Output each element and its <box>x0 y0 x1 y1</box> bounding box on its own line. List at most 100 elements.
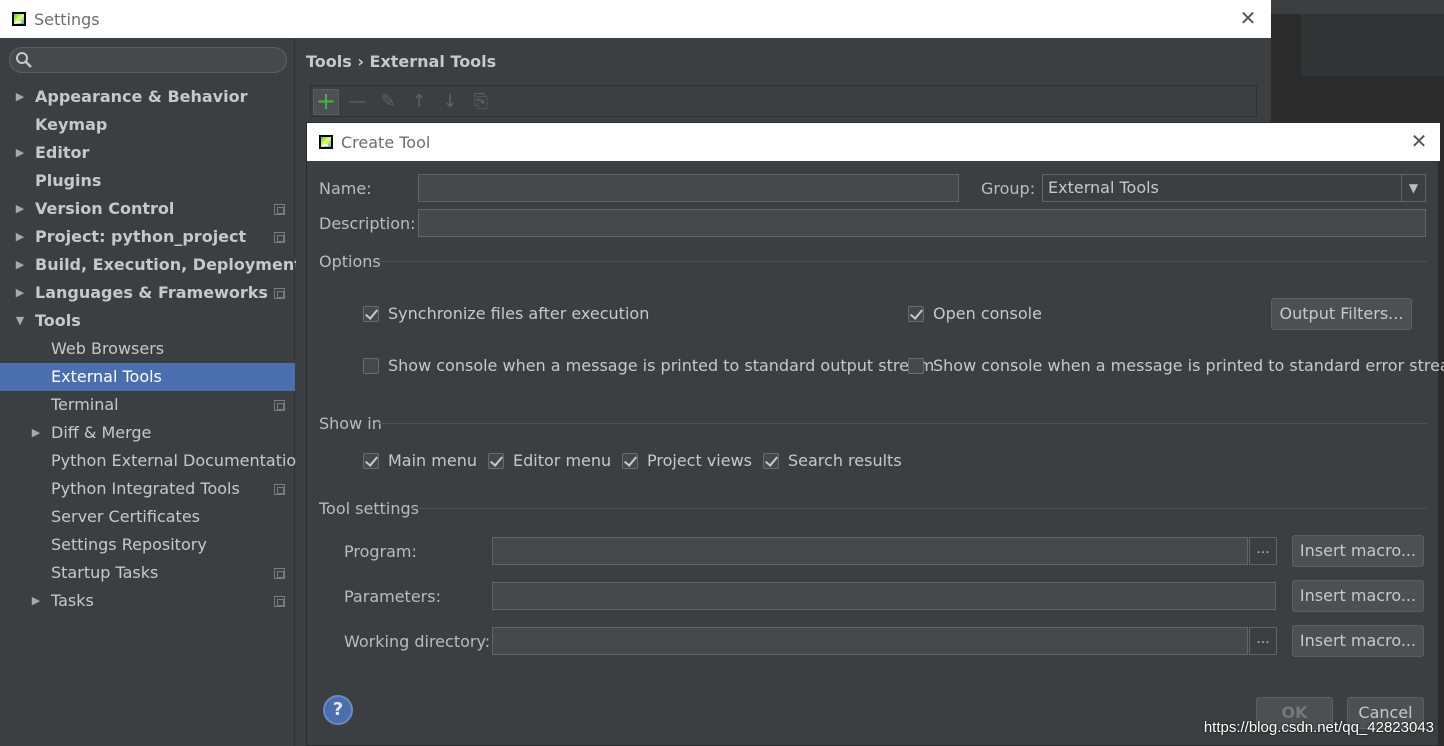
show-in-divider <box>379 423 1427 424</box>
pycharm-app-icon <box>12 12 26 26</box>
show-in-title: Show in <box>319 414 382 433</box>
help-button[interactable]: ? <box>323 695 353 725</box>
project-level-icon <box>274 232 285 243</box>
checkbox-unchecked-icon <box>363 357 379 374</box>
close-icon[interactable]: ✕ <box>1239 8 1257 28</box>
sidebar-item-version-control[interactable]: ▶ Version Control <box>0 195 295 223</box>
sidebar-item-build-execution-deployment[interactable]: ▶ Build, Execution, Deployment <box>0 251 302 279</box>
tool-settings-title: Tool settings <box>319 499 419 518</box>
chevron-right-icon[interactable]: ▶ <box>14 83 26 111</box>
dialog-titlebar: Create Tool ✕ <box>307 123 1440 161</box>
working-directory-insert-macro-button[interactable]: Insert macro... <box>1292 625 1424 657</box>
sidebar-item-tools[interactable]: ▼ Tools <box>0 307 295 335</box>
show-console-stderr-label: Show console when a message is printed t… <box>933 356 1444 375</box>
search-results-checkbox[interactable]: Search results <box>763 451 902 470</box>
sidebar-item-python-integrated-tools[interactable]: Python Integrated Tools <box>0 475 295 503</box>
open-console-checkbox[interactable]: Open console <box>908 304 1042 323</box>
sidebar-item-project-python-project[interactable]: ▶ Project: python_project <box>0 223 295 251</box>
settings-search-input[interactable] <box>9 47 287 73</box>
tool-settings-divider <box>411 508 1427 509</box>
show-console-stdout-checkbox[interactable]: Show console when a message is printed t… <box>363 356 934 375</box>
sidebar-item-settings-repository[interactable]: Settings Repository <box>0 531 295 559</box>
project-views-checkbox[interactable]: Project views <box>622 451 752 470</box>
search-results-label: Search results <box>788 451 902 470</box>
chevron-right-icon[interactable]: ▶ <box>14 195 26 223</box>
chevron-down-icon[interactable]: ▼ <box>14 307 26 335</box>
sidebar-item-keymap[interactable]: Keymap <box>0 111 295 139</box>
options-divider <box>379 261 1427 262</box>
program-insert-macro-button[interactable]: Insert macro... <box>1292 535 1424 567</box>
sidebar-item-label: Project: python_project <box>35 227 247 246</box>
sidebar-item-python-external-documentation[interactable]: Python External Documentation <box>0 447 306 475</box>
options-title: Options <box>319 252 381 271</box>
sync-files-checkbox[interactable]: Synchronize files after execution <box>363 304 649 323</box>
sidebar-item-label: Web Browsers <box>51 339 165 358</box>
chevron-down-icon[interactable]: ▼ <box>1401 175 1425 201</box>
parameters-input[interactable] <box>492 582 1276 610</box>
close-icon[interactable]: ✕ <box>1410 131 1428 151</box>
search-icon <box>16 52 32 68</box>
add-tool-button[interactable]: + <box>313 89 339 115</box>
project-level-icon <box>274 484 285 495</box>
sidebar-item-editor[interactable]: ▶ Editor <box>0 139 295 167</box>
sidebar-item-web-browsers[interactable]: Web Browsers <box>0 335 295 363</box>
background-panel <box>1301 14 1444 76</box>
chevron-right-icon[interactable]: ▶ <box>30 587 42 615</box>
project-level-icon <box>274 204 285 215</box>
chevron-right-icon[interactable]: ▶ <box>14 223 26 251</box>
show-console-stderr-checkbox[interactable]: Show console when a message is printed t… <box>908 356 1444 375</box>
move-up-icon[interactable]: ↑ <box>406 89 432 115</box>
show-console-stdout-label: Show console when a message is printed t… <box>388 356 935 375</box>
sidebar-item-label: Plugins <box>35 171 102 190</box>
sidebar-item-label: Server Certificates <box>51 507 200 526</box>
sidebar-item-label: Version Control <box>35 199 175 218</box>
sidebar-item-startup-tasks[interactable]: Startup Tasks <box>0 559 295 587</box>
sidebar-item-label: Startup Tasks <box>51 563 159 582</box>
checkbox-checked-icon <box>363 452 379 469</box>
chevron-right-icon[interactable]: ▶ <box>14 139 26 167</box>
sidebar-item-label: Settings Repository <box>51 535 207 554</box>
main-menu-checkbox[interactable]: Main menu <box>363 451 477 470</box>
sidebar-item-label: Python External Documentation <box>51 451 307 470</box>
checkbox-checked-icon <box>622 452 638 469</box>
copy-icon[interactable]: ⎘ <box>468 89 494 115</box>
project-level-icon <box>274 568 285 579</box>
sidebar-item-languages-frameworks[interactable]: ▶ Languages & Frameworks <box>0 279 295 307</box>
editor-menu-checkbox[interactable]: Editor menu <box>488 451 611 470</box>
sidebar-item-label: Terminal <box>51 395 119 414</box>
sidebar-item-terminal[interactable]: Terminal <box>0 391 295 419</box>
pycharm-app-icon <box>319 135 333 149</box>
sidebar-item-label: Python Integrated Tools <box>51 479 240 498</box>
name-input[interactable] <box>418 174 959 202</box>
remove-icon[interactable]: — <box>344 89 370 115</box>
edit-icon[interactable]: ✎ <box>375 89 401 115</box>
browse-working-directory-button[interactable]: ... <box>1249 627 1277 655</box>
sidebar-item-external-tools[interactable]: External Tools <box>0 363 295 391</box>
description-input[interactable] <box>418 209 1426 237</box>
sidebar-item-label: External Tools <box>51 367 162 386</box>
checkbox-checked-icon <box>763 452 779 469</box>
program-input[interactable] <box>492 537 1248 565</box>
group-select[interactable]: External Tools ▼ <box>1042 174 1426 202</box>
checkbox-checked-icon <box>908 305 924 322</box>
create-tool-dialog: Create Tool ✕ Name: Group: External Tool… <box>306 122 1444 746</box>
chevron-right-icon[interactable]: ▶ <box>14 251 26 279</box>
output-filters-button[interactable]: Output Filters... <box>1271 298 1412 330</box>
sidebar-item-appearance-behavior[interactable]: ▶ Appearance & Behavior <box>0 83 295 111</box>
sidebar-item-label: Keymap <box>35 115 108 134</box>
watermark-text: https://blog.csdn.net/qq_42823043 <box>1203 719 1434 736</box>
parameters-insert-macro-button[interactable]: Insert macro... <box>1292 580 1424 612</box>
browse-program-button[interactable]: ... <box>1249 537 1277 565</box>
sidebar-item-diff-merge[interactable]: ▶ Diff & Merge <box>0 419 295 447</box>
chevron-right-icon[interactable]: ▶ <box>14 279 26 307</box>
sidebar-item-tasks[interactable]: ▶ Tasks <box>0 587 295 615</box>
group-label: Group: <box>981 179 1036 198</box>
checkbox-unchecked-icon <box>908 357 924 374</box>
project-level-icon <box>274 596 285 607</box>
sidebar-item-label: Build, Execution, Deployment <box>35 255 302 274</box>
move-down-icon[interactable]: ↓ <box>437 89 463 115</box>
chevron-right-icon[interactable]: ▶ <box>30 419 42 447</box>
sidebar-item-server-certificates[interactable]: Server Certificates <box>0 503 295 531</box>
working-directory-input[interactable] <box>492 627 1248 655</box>
sidebar-item-plugins[interactable]: Plugins <box>0 167 295 195</box>
